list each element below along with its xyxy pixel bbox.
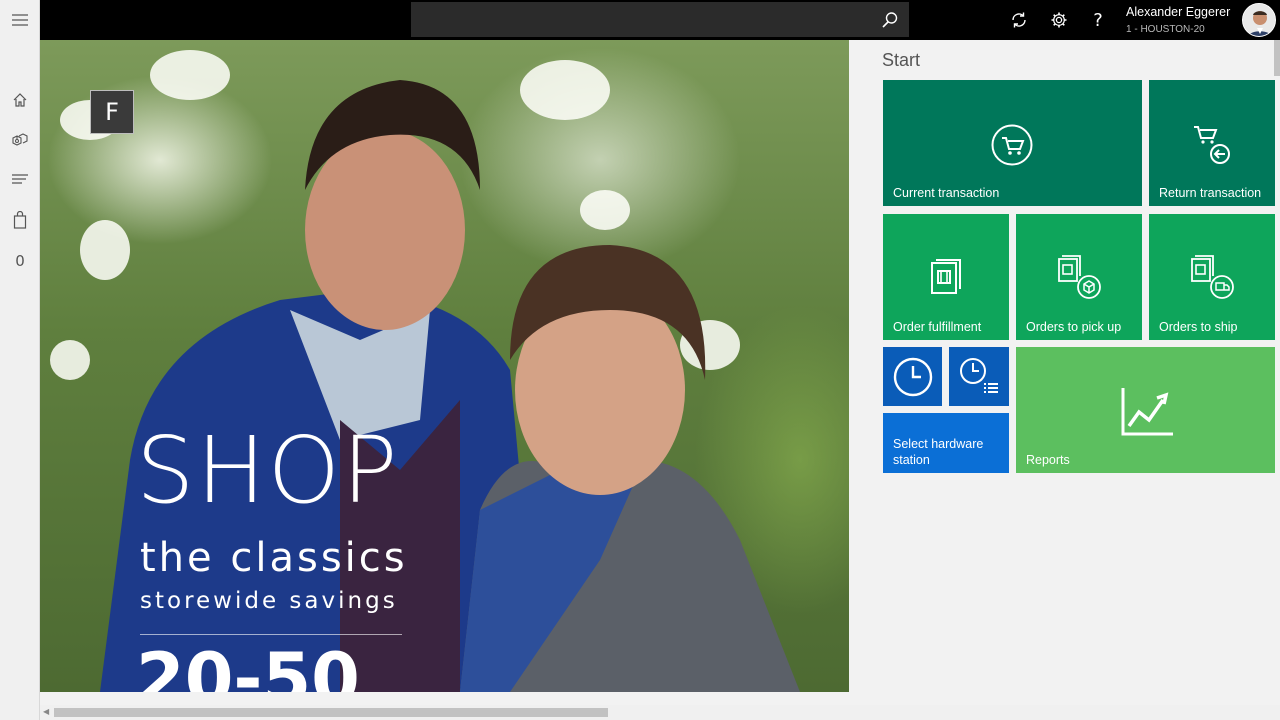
promo-tagline: storewide savings	[140, 588, 398, 614]
tile-order-fulfillment[interactable]: Order fulfillment	[883, 214, 1009, 340]
cart-return-icon	[1189, 122, 1235, 168]
scrollbar-thumb[interactable]	[54, 708, 608, 717]
document-icon	[927, 256, 965, 298]
tile-label: Return transaction	[1159, 185, 1262, 200]
left-nav: 0	[0, 0, 40, 720]
start-title: Start	[882, 50, 921, 70]
tile-time-clock[interactable]	[883, 347, 942, 406]
tile-label: Reports	[1026, 452, 1070, 467]
tile-time-clock-list[interactable]	[949, 347, 1009, 406]
search-input[interactable]	[411, 2, 909, 37]
help-icon[interactable]: ?	[1084, 6, 1112, 34]
brand-logo: F	[90, 90, 134, 134]
document-package-icon	[1056, 254, 1104, 302]
tile-label: Select hardware station	[893, 436, 984, 467]
tile-label: Order fulfillment	[893, 319, 982, 334]
store-name: 1 - HOUSTON-20	[1126, 24, 1205, 35]
cart-icon	[990, 123, 1034, 167]
search-icon[interactable]	[877, 7, 903, 33]
hamburger-menu-icon[interactable]	[0, 2, 40, 38]
clock-icon	[891, 355, 934, 398]
tile-select-hardware-station[interactable]: Select hardware station	[883, 413, 1009, 473]
scroll-left-arrow-icon[interactable]: ◀	[43, 707, 49, 716]
tile-reports[interactable]: Reports	[1016, 347, 1275, 473]
home-icon[interactable]	[0, 82, 40, 118]
chart-icon	[1118, 385, 1176, 437]
avatar[interactable]	[1242, 3, 1276, 37]
user-name[interactable]: Alexander Eggerer	[1126, 5, 1230, 19]
cart-count-value: 0	[15, 252, 25, 270]
help-label: ?	[1093, 9, 1103, 31]
tile-label: Current transaction	[893, 185, 1000, 200]
settings-gear-icon[interactable]	[1045, 6, 1073, 34]
promo-headline: SHOP	[136, 417, 400, 524]
list-icon[interactable]	[0, 161, 40, 197]
promo-image: F SHOP the classics storewide savings 20…	[40, 40, 849, 692]
products-icon[interactable]	[0, 122, 40, 158]
shopping-bag-icon[interactable]	[0, 202, 40, 238]
document-truck-icon	[1189, 254, 1237, 302]
horizontal-scrollbar[interactable]: ◀	[40, 705, 1280, 720]
vertical-scrollbar-thumb[interactable]	[1274, 40, 1280, 76]
tile-orders-to-pick-up[interactable]: Orders to pick up	[1016, 214, 1142, 340]
refresh-icon[interactable]	[1005, 6, 1033, 34]
promo-discount: 20-50	[136, 638, 360, 692]
tile-label: Orders to pick up	[1026, 319, 1122, 334]
promo-divider	[140, 634, 402, 635]
cart-count[interactable]: 0	[0, 243, 40, 279]
tile-label: Orders to ship	[1159, 319, 1238, 334]
top-bar: ? Alexander Eggerer 1 - HOUSTON-20	[40, 0, 1280, 40]
tile-return-transaction[interactable]: Return transaction	[1149, 80, 1275, 206]
promo-subheadline: the classics	[140, 535, 408, 581]
tile-orders-to-ship[interactable]: Orders to ship	[1149, 214, 1275, 340]
clock-list-icon	[957, 355, 1003, 399]
tile-current-transaction[interactable]: Current transaction	[883, 80, 1142, 206]
